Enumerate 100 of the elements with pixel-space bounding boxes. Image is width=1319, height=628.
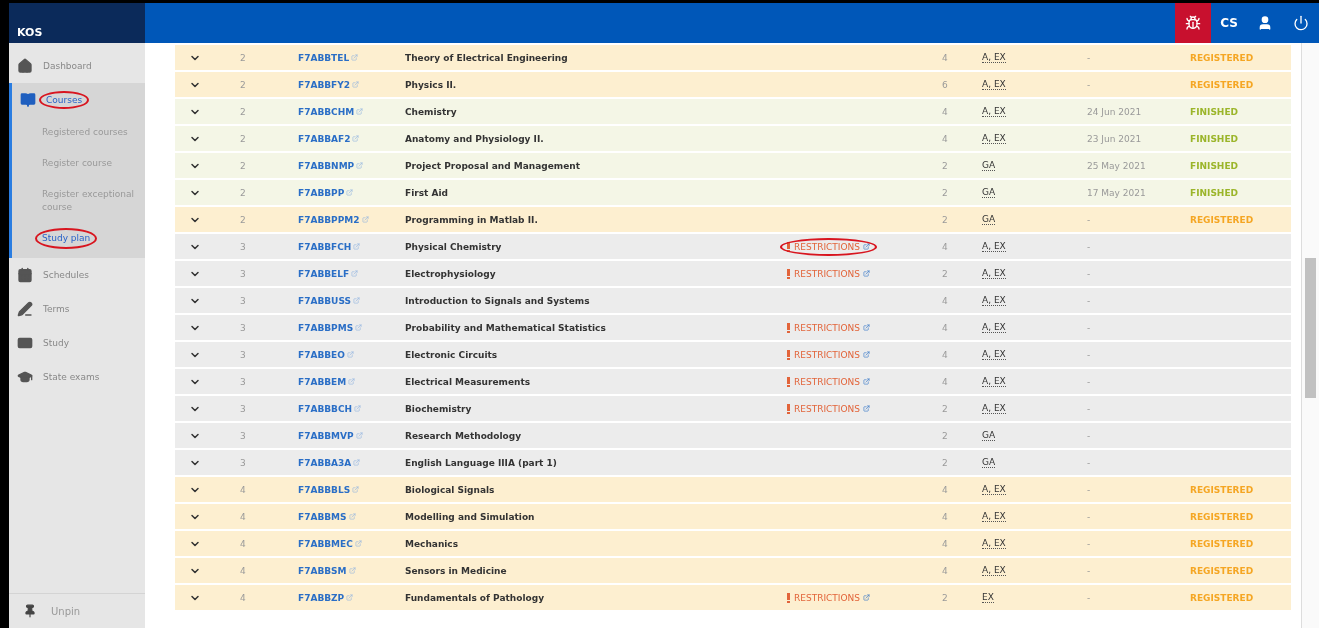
course-code-link[interactable]: F7ABBPP <box>298 187 354 198</box>
status-label: REGISTERED <box>1190 79 1255 90</box>
sidebar-item[interactable]: Schedules <box>43 270 90 280</box>
course-name: English Language IIIA (part 1) <box>405 457 558 468</box>
home-icon <box>17 58 33 74</box>
course-code-link[interactable]: F7ABBPPM2 <box>298 214 369 225</box>
completion-cell: EX <box>982 592 994 603</box>
course-code-link[interactable]: F7ABBBLS <box>298 484 360 495</box>
exclamation-icon <box>787 592 790 603</box>
completion-cell: GA <box>982 457 996 468</box>
external-link-icon <box>348 513 356 520</box>
credits-cell-text: 4 <box>942 106 949 117</box>
credits-cell-text: 4 <box>942 565 949 576</box>
external-link-icon <box>863 243 871 250</box>
external-link-icon <box>348 378 356 385</box>
completion-cell: GA <box>982 214 996 225</box>
external-link-icon <box>346 189 354 196</box>
external-link-icon <box>348 567 356 574</box>
unpin-link[interactable]: Unpin <box>51 605 81 617</box>
credits-cell-text: 2 <box>942 160 949 171</box>
credits-cell-text: 4 <box>942 241 949 252</box>
graduation-cap-icon <box>17 369 33 385</box>
restrictions-link[interactable]: RESTRICTIONS <box>794 241 871 252</box>
course-code-link[interactable]: F7ABBA3A <box>298 457 361 468</box>
sidebar-item[interactable]: Terms <box>43 304 70 314</box>
restrictions-link[interactable]: RESTRICTIONS <box>794 322 871 333</box>
course-code-link[interactable]: F7ABBNMP <box>298 160 364 171</box>
credits-cell-text: 2 <box>942 268 949 279</box>
credits-cell-text: 2 <box>942 430 949 441</box>
course-code-link[interactable]: F7ABBZP <box>298 592 354 603</box>
course-code-link[interactable]: F7ABBEM <box>298 376 356 387</box>
completion-cell: A, EX <box>982 133 1006 144</box>
bug-report-button[interactable] <box>1175 3 1211 43</box>
course-code-link[interactable]: F7ABBAF2 <box>298 133 360 144</box>
course-code-link[interactable]: F7ABBBCH <box>298 403 362 414</box>
completion-cell: A, EX <box>982 511 1006 522</box>
credits-cell-text: 4 <box>942 295 949 306</box>
external-link-icon <box>351 54 359 61</box>
date-cell-text: - <box>1087 52 1092 63</box>
sidebar-item[interactable]: State exams <box>43 372 100 382</box>
course-code-link[interactable]: F7ABBPMS <box>298 322 363 333</box>
course-code-link[interactable]: F7ABBTEL <box>298 52 359 63</box>
external-link-icon <box>354 540 362 547</box>
completion-cell: A, EX <box>982 268 1006 279</box>
power-icon <box>1293 15 1309 31</box>
semester-cell-text: 3 <box>240 376 247 387</box>
sidebar-item[interactable]: Courses <box>46 95 83 105</box>
course-code-link[interactable]: F7ABBELF <box>298 268 359 279</box>
course-code-link[interactable]: F7ABBMS <box>298 511 356 522</box>
course-code-link[interactable]: F7ABBMVP <box>298 430 363 441</box>
restrictions-link[interactable]: RESTRICTIONS <box>794 268 871 279</box>
date-cell-text: - <box>1087 403 1092 414</box>
date-cell-text: - <box>1087 268 1092 279</box>
date-cell-text: 23 Jun 2021 <box>1087 133 1143 144</box>
status-label: FINISHED <box>1190 133 1239 144</box>
course-name: Research Methodology <box>405 430 523 441</box>
scrollbar-thumb[interactable] <box>1305 258 1316 398</box>
completion-cell: A, EX <box>982 484 1006 495</box>
logo[interactable]: KOS <box>9 3 145 43</box>
course-code-link[interactable]: F7ABBMEC <box>298 538 362 549</box>
restrictions-link[interactable]: RESTRICTIONS <box>794 403 871 414</box>
calendar-icon <box>17 267 33 283</box>
date-cell-text: - <box>1087 430 1092 441</box>
semester-cell-text: 4 <box>240 565 247 576</box>
date-cell-text: - <box>1087 295 1092 306</box>
scrollbar[interactable] <box>1301 43 1319 628</box>
status-label: FINISHED <box>1190 160 1239 171</box>
course-code-link[interactable]: F7ABBFY2 <box>298 79 360 90</box>
course-code-link[interactable]: F7ABBUSS <box>298 295 360 306</box>
restrictions-link[interactable]: RESTRICTIONS <box>794 349 871 360</box>
credits-cell-text: 2 <box>942 214 949 225</box>
credits-cell-text: 2 <box>942 187 949 198</box>
date-cell-text: - <box>1087 349 1092 360</box>
restrictions-link[interactable]: RESTRICTIONS <box>794 592 871 603</box>
external-link-icon <box>356 162 364 169</box>
date-cell-text: 25 May 2021 <box>1087 160 1147 171</box>
credits-cell-text: 4 <box>942 484 949 495</box>
status-label: REGISTERED <box>1190 484 1255 495</box>
course-code-link[interactable]: F7ABBFCH <box>298 241 361 252</box>
completion-cell: A, EX <box>982 349 1006 360</box>
external-link-icon <box>352 297 360 304</box>
language-button[interactable]: CS <box>1211 3 1247 43</box>
sidebar-item[interactable]: Study <box>43 338 69 348</box>
sidebar-subitem[interactable]: Study plan <box>42 232 91 245</box>
restrictions-link[interactable]: RESTRICTIONS <box>794 376 871 387</box>
semester-cell-text: 3 <box>240 457 247 468</box>
external-link-icon <box>346 594 354 601</box>
external-link-icon <box>863 594 871 601</box>
completion-cell: A, EX <box>982 52 1006 63</box>
course-code-link[interactable]: F7ABBSM <box>298 565 356 576</box>
credits-cell-text: 4 <box>942 376 949 387</box>
semester-cell-text: 3 <box>240 295 247 306</box>
semester-cell-text: 2 <box>240 214 247 225</box>
external-link-icon <box>355 432 363 439</box>
course-name: Electrophysiology <box>405 268 497 279</box>
course-name: Theory of Electrical Engineering <box>405 52 569 63</box>
sidebar-item[interactable]: Dashboard <box>43 61 92 71</box>
course-code-link[interactable]: F7ABBCHM <box>298 106 364 117</box>
course-code-link[interactable]: F7ABBEO <box>298 349 354 360</box>
completion-cell: A, EX <box>982 322 1006 333</box>
